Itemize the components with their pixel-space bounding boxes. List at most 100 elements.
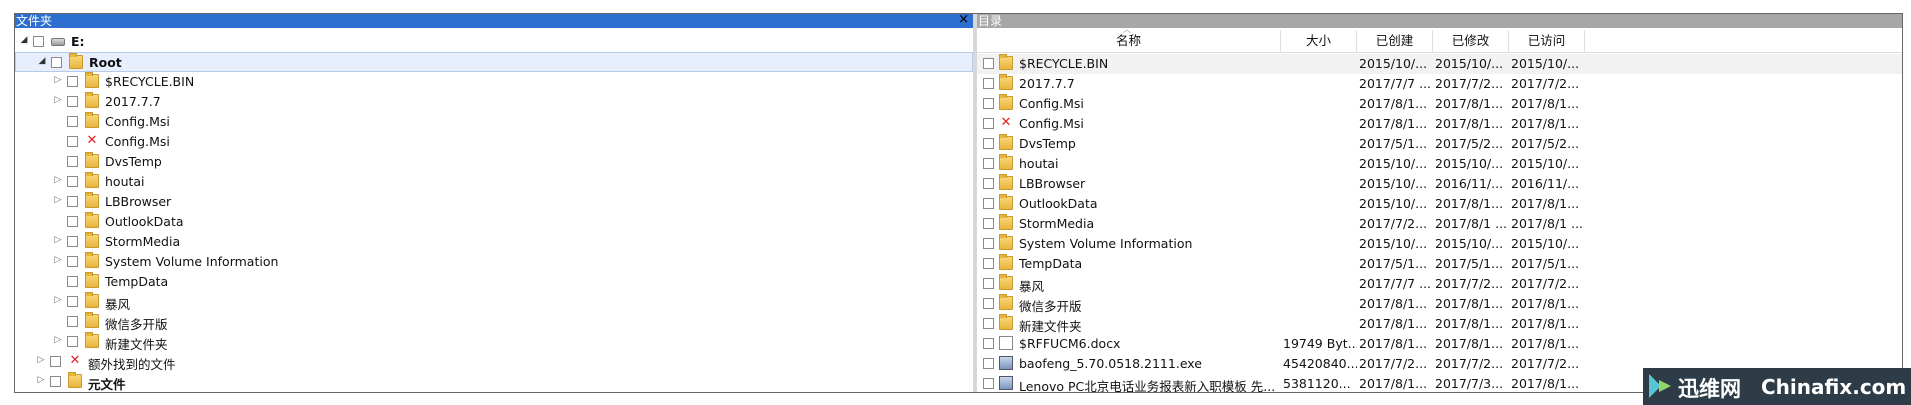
tree-node[interactable]: ◢ Root (15, 52, 973, 72)
tree-node[interactable]: ▷ 元文件 (15, 372, 973, 392)
file-row[interactable]: 2017.7.7 2017/7/7 ... 2017/7/2... 2017/7/2.… (977, 74, 1902, 94)
file-row[interactable]: TempData 2017/5/1... 2017/5/1... 2017/5/1..… (977, 254, 1902, 274)
checkbox[interactable] (983, 78, 994, 89)
folder-icon (999, 134, 1013, 150)
tree-node[interactable]: ▷ 新建文件夹 (15, 332, 973, 352)
expand-arrow-icon[interactable]: ▷ (53, 75, 63, 85)
file-row[interactable]: ✕ Config.Msi 2017/8/1... 2017/8/1... 2017/8/… (977, 114, 1902, 134)
expand-arrow-icon[interactable]: ▷ (53, 295, 63, 305)
expand-arrow-icon[interactable]: ▷ (53, 95, 63, 105)
expand-arrow-icon[interactable]: ▷ (53, 335, 63, 345)
tree-node[interactable]: ✕ Config.Msi (15, 132, 973, 152)
file-row[interactable]: $RECYCLE.BIN 2015/10/... 2015/10/... 2015/1… (977, 54, 1902, 74)
checkbox[interactable] (983, 198, 994, 209)
expand-arrow-icon[interactable]: ▷ (36, 355, 46, 365)
close-icon[interactable]: × (958, 14, 969, 27)
tree-node[interactable]: ▷ 2017.7.7 (15, 92, 973, 112)
checkbox[interactable] (983, 378, 994, 389)
checkbox[interactable] (983, 358, 994, 369)
tree-node[interactable]: ▷ StormMedia (15, 232, 973, 252)
checkbox[interactable] (983, 298, 994, 309)
file-row[interactable]: 微信多开版 2017/8/1... 2017/8/1... 2017/8/1... (977, 294, 1902, 314)
checkbox[interactable] (983, 138, 994, 149)
file-row[interactable]: LBBrowser 2015/10/... 2016/11/... 2016/11/.… (977, 174, 1902, 194)
checkbox[interactable] (33, 36, 44, 47)
file-name: Lenovo PC北京电话业务报表新入职模板 先... (1019, 379, 1274, 392)
exe-icon (999, 356, 1013, 370)
file-created: 2017/7/2... (1359, 356, 1428, 371)
tree-node[interactable]: DvsTemp (15, 152, 973, 172)
tree-node[interactable]: TempData (15, 272, 973, 292)
file-row[interactable]: $RFFUCM6.docx 19749 Byt... 2017/8/1... 2017… (977, 334, 1902, 354)
checkbox[interactable] (67, 336, 78, 347)
checkbox[interactable] (67, 96, 78, 107)
checkbox[interactable] (983, 278, 994, 289)
folder-icon (999, 234, 1013, 250)
column-accessed-header[interactable]: 已访问 (1509, 30, 1585, 52)
checkbox[interactable] (983, 118, 994, 129)
checkbox[interactable] (67, 196, 78, 207)
tree-node[interactable]: ▷ ✕ 额外找到的文件 (15, 352, 973, 373)
tree-node[interactable]: ◢ E: (15, 32, 973, 52)
file-created: 2017/8/1... (1359, 316, 1428, 331)
file-row[interactable]: DvsTemp 2017/5/1... 2017/5/2... 2017/5/2... (977, 134, 1902, 154)
tree-node[interactable]: OutlookData (15, 212, 973, 232)
checkbox[interactable] (983, 338, 994, 349)
file-row[interactable]: System Volume Information 2015/10/... 2015… (977, 234, 1902, 254)
file-list: $RECYCLE.BIN 2015/10/... 2015/10/... 2015/1… (977, 54, 1902, 392)
checkbox[interactable] (67, 76, 78, 87)
expand-arrow-icon[interactable]: ▷ (53, 235, 63, 245)
file-row[interactable]: StormMedia 2017/7/2... 2017/8/1 ... 2017/8/… (977, 214, 1902, 234)
checkbox[interactable] (983, 218, 994, 229)
column-size-header[interactable]: 大小 (1281, 30, 1357, 52)
tree-node-label: Root (89, 55, 122, 70)
file-row[interactable]: 暴风 2017/7/7 ... 2017/7/2... 2017/7/2... (977, 274, 1902, 294)
checkbox[interactable] (50, 356, 61, 367)
checkbox[interactable] (67, 216, 78, 227)
checkbox[interactable] (67, 316, 78, 327)
tree-node[interactable]: Config.Msi (15, 112, 973, 132)
tree-node[interactable]: ▷ houtai (15, 172, 973, 192)
checkbox[interactable] (67, 176, 78, 187)
checkbox[interactable] (983, 58, 994, 69)
checkbox[interactable] (67, 136, 78, 147)
folder-icon (85, 72, 99, 88)
checkbox[interactable] (983, 318, 994, 329)
file-accessed: 2017/8/1... (1511, 116, 1580, 131)
checkbox[interactable] (67, 236, 78, 247)
expand-arrow-icon[interactable]: ▷ (36, 375, 46, 385)
tree-node-label: OutlookData (105, 214, 184, 229)
file-row[interactable]: Config.Msi 2017/8/1... 2017/8/1... 2017/8/1… (977, 94, 1902, 114)
checkbox[interactable] (67, 276, 78, 287)
checkbox[interactable] (67, 296, 78, 307)
checkbox[interactable] (983, 178, 994, 189)
expand-arrow-icon[interactable]: ◢ (37, 56, 47, 66)
checkbox[interactable] (983, 158, 994, 169)
tree-node[interactable]: ▷ LBBrowser (15, 192, 973, 212)
tree-node[interactable]: ▷ System Volume Information (15, 252, 973, 272)
file-created: 2015/10/... (1359, 236, 1428, 251)
column-modified-header[interactable]: 已修改 (1433, 30, 1509, 52)
tree-node[interactable]: ▷ 暴风 (15, 292, 973, 312)
checkbox[interactable] (67, 116, 78, 127)
expand-arrow-icon[interactable]: ◢ (19, 35, 29, 45)
checkbox[interactable] (67, 156, 78, 167)
checkbox[interactable] (67, 256, 78, 267)
checkbox[interactable] (983, 258, 994, 269)
expand-arrow-icon[interactable]: ▷ (53, 175, 63, 185)
column-name-header[interactable]: 名称 (977, 30, 1281, 52)
file-row[interactable]: houtai 2015/10/... 2015/10/... 2015/10/... (977, 154, 1902, 174)
checkbox[interactable] (983, 98, 994, 109)
column-created-header[interactable]: 已创建 (1357, 30, 1433, 52)
checkbox[interactable] (51, 57, 62, 68)
tree-node[interactable]: 微信多开版 (15, 312, 973, 332)
checkbox[interactable] (983, 238, 994, 249)
expand-arrow-icon[interactable]: ▷ (53, 195, 63, 205)
checkbox[interactable] (50, 376, 61, 387)
expand-arrow-icon[interactable]: ▷ (53, 255, 63, 265)
tree-node[interactable]: ▷ $RECYCLE.BIN (15, 72, 973, 92)
file-modified: 2015/10/... (1435, 56, 1504, 71)
file-row[interactable]: OutlookData 2015/10/... 2017/8/1... 2017/8/… (977, 194, 1902, 214)
file-created: 2017/8/1... (1359, 96, 1428, 111)
file-row[interactable]: 新建文件夹 2017/8/1... 2017/8/1... 2017/8/1... (977, 314, 1902, 334)
